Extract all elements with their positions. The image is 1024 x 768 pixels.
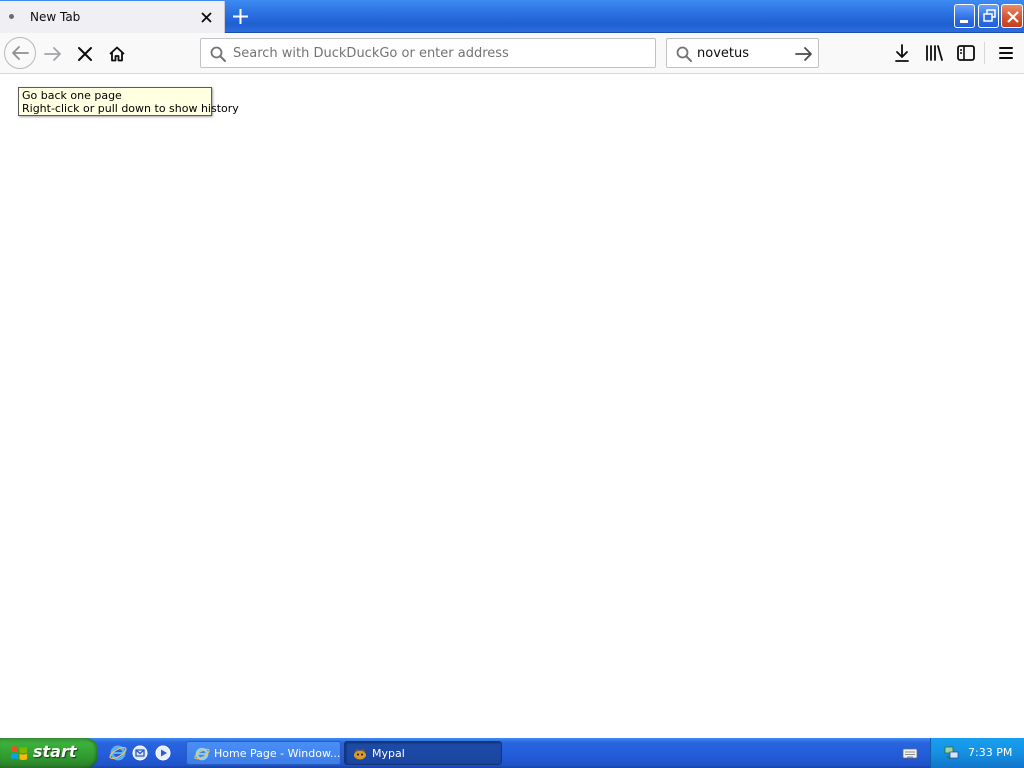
address-input[interactable] [233, 45, 643, 62]
downloads-button[interactable] [890, 41, 914, 65]
network-icon[interactable] [943, 744, 961, 762]
download-icon [895, 44, 909, 62]
tab-close-icon[interactable] [198, 9, 215, 26]
tab-new-tab[interactable]: New Tab [0, 1, 225, 33]
library-button[interactable] [922, 41, 946, 65]
start-label: start [33, 742, 77, 761]
home-button[interactable] [102, 39, 132, 69]
taskbar-item-label: Mypal [372, 747, 405, 760]
go-arrow-icon[interactable] [794, 45, 814, 63]
search-icon [676, 46, 692, 62]
forward-arrow-icon [44, 47, 61, 61]
search-icon [210, 46, 226, 62]
taskbar-item-mypal[interactable]: Mypal [344, 741, 502, 765]
taskbar-item-ie[interactable]: Home Page - Window... [186, 741, 341, 765]
address-bar[interactable] [200, 38, 656, 68]
hamburger-menu-icon [999, 47, 1013, 59]
sidebar-icon [957, 45, 975, 61]
stop-icon [78, 47, 92, 61]
outlook-express-icon[interactable] [131, 744, 149, 762]
back-button[interactable] [4, 37, 36, 69]
windows-logo-icon [11, 746, 27, 761]
tooltip-line-2: Right-click or pull down to show history [22, 102, 239, 115]
close-window-button[interactable] [1001, 4, 1023, 28]
internet-explorer-icon [194, 747, 210, 761]
forward-button[interactable] [38, 39, 68, 69]
internet-explorer-icon[interactable] [109, 744, 127, 762]
toolbar-separator [984, 42, 985, 64]
start-button[interactable]: start [0, 738, 98, 768]
tab-favicon-icon [9, 14, 14, 19]
close-icon [1007, 11, 1019, 23]
taskbar-item-label: Home Page - Window... [214, 747, 341, 760]
title-bar: New Tab [0, 0, 1024, 33]
back-arrow-icon [12, 46, 29, 60]
tooltip-line-1: Go back one page [22, 89, 122, 102]
media-player-icon[interactable] [154, 744, 172, 762]
minimize-icon [960, 20, 968, 23]
system-tray: 7:33 PM [930, 738, 1024, 768]
library-icon [926, 45, 943, 61]
clock[interactable]: 7:33 PM [968, 746, 1012, 759]
restore-icon [983, 9, 996, 22]
menu-button[interactable] [994, 41, 1018, 65]
minimize-button[interactable] [954, 4, 975, 28]
page-content[interactable] [0, 74, 1024, 738]
sidebar-button[interactable] [954, 41, 978, 65]
search-bar[interactable] [666, 38, 819, 68]
restore-button[interactable] [978, 4, 999, 28]
search-input[interactable] [697, 45, 789, 62]
navigation-toolbar [0, 33, 1024, 74]
new-tab-icon[interactable] [229, 5, 252, 28]
home-icon [109, 46, 125, 62]
keyboard-icon[interactable] [902, 745, 918, 761]
tab-title: New Tab [30, 10, 81, 24]
back-button-tooltip: Go back one page Right-click or pull dow… [18, 87, 239, 116]
taskbar: start Home Page - Window... Mypal 7:33 P… [0, 738, 1024, 768]
mypal-icon [354, 748, 366, 760]
stop-button[interactable] [70, 39, 100, 69]
